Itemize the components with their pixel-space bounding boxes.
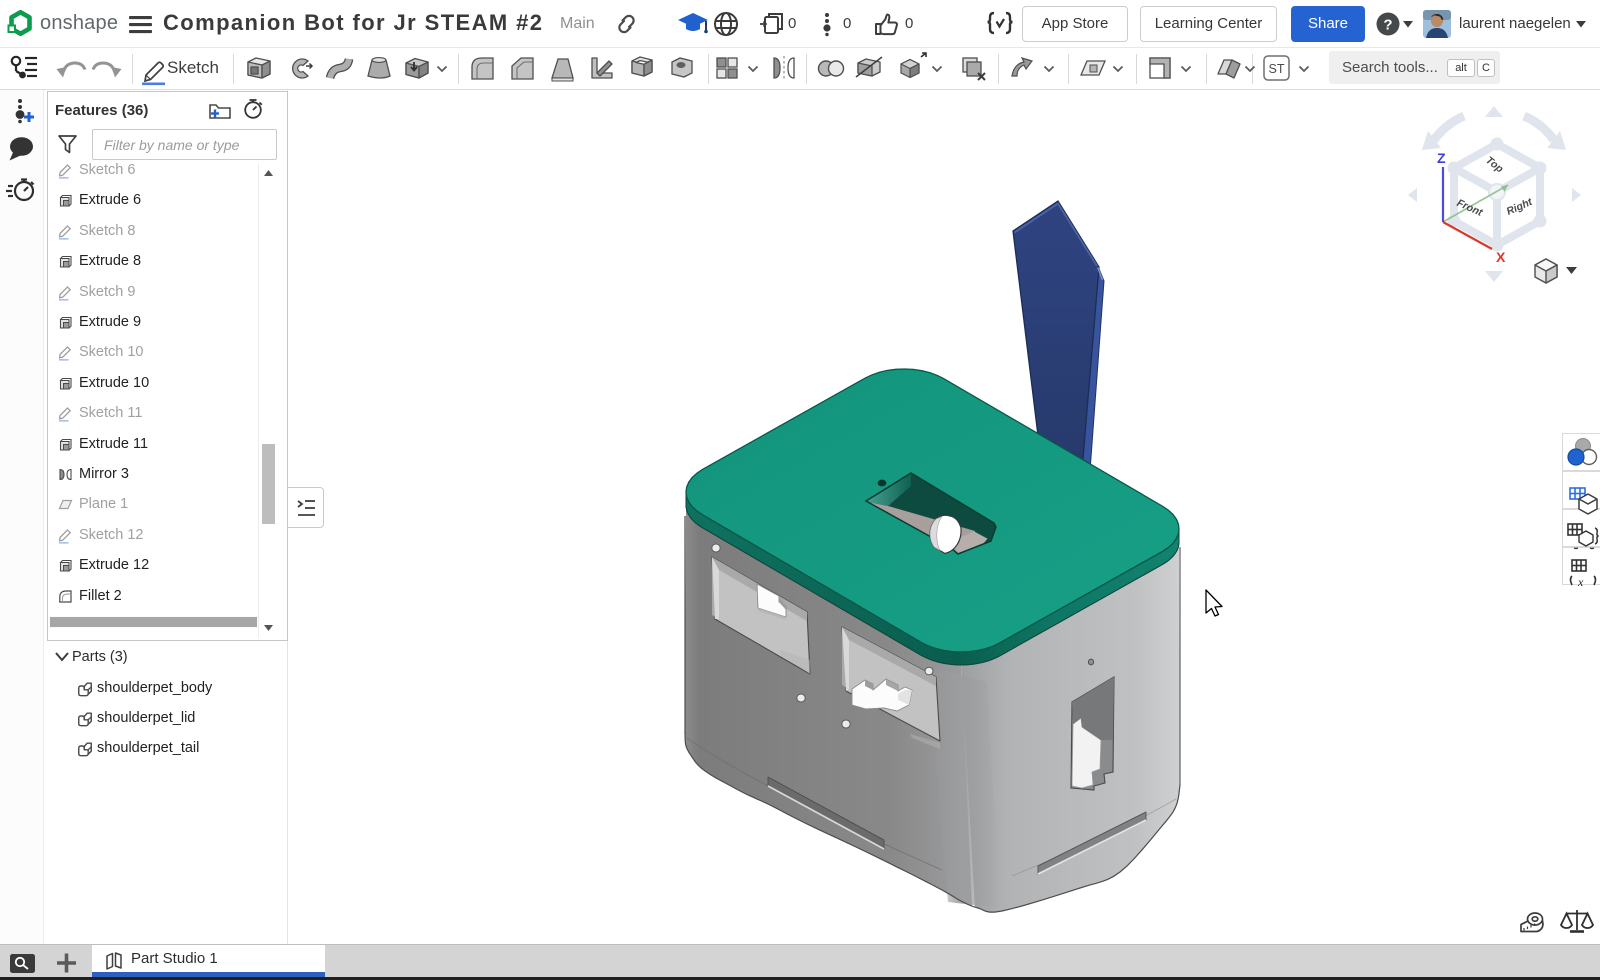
svg-text:x: x [1577, 575, 1584, 589]
svg-text:X: X [1496, 249, 1506, 265]
svg-text:ST: ST [1269, 62, 1285, 76]
svg-text:Z: Z [1437, 150, 1446, 166]
svg-text:?: ? [1383, 17, 1392, 34]
